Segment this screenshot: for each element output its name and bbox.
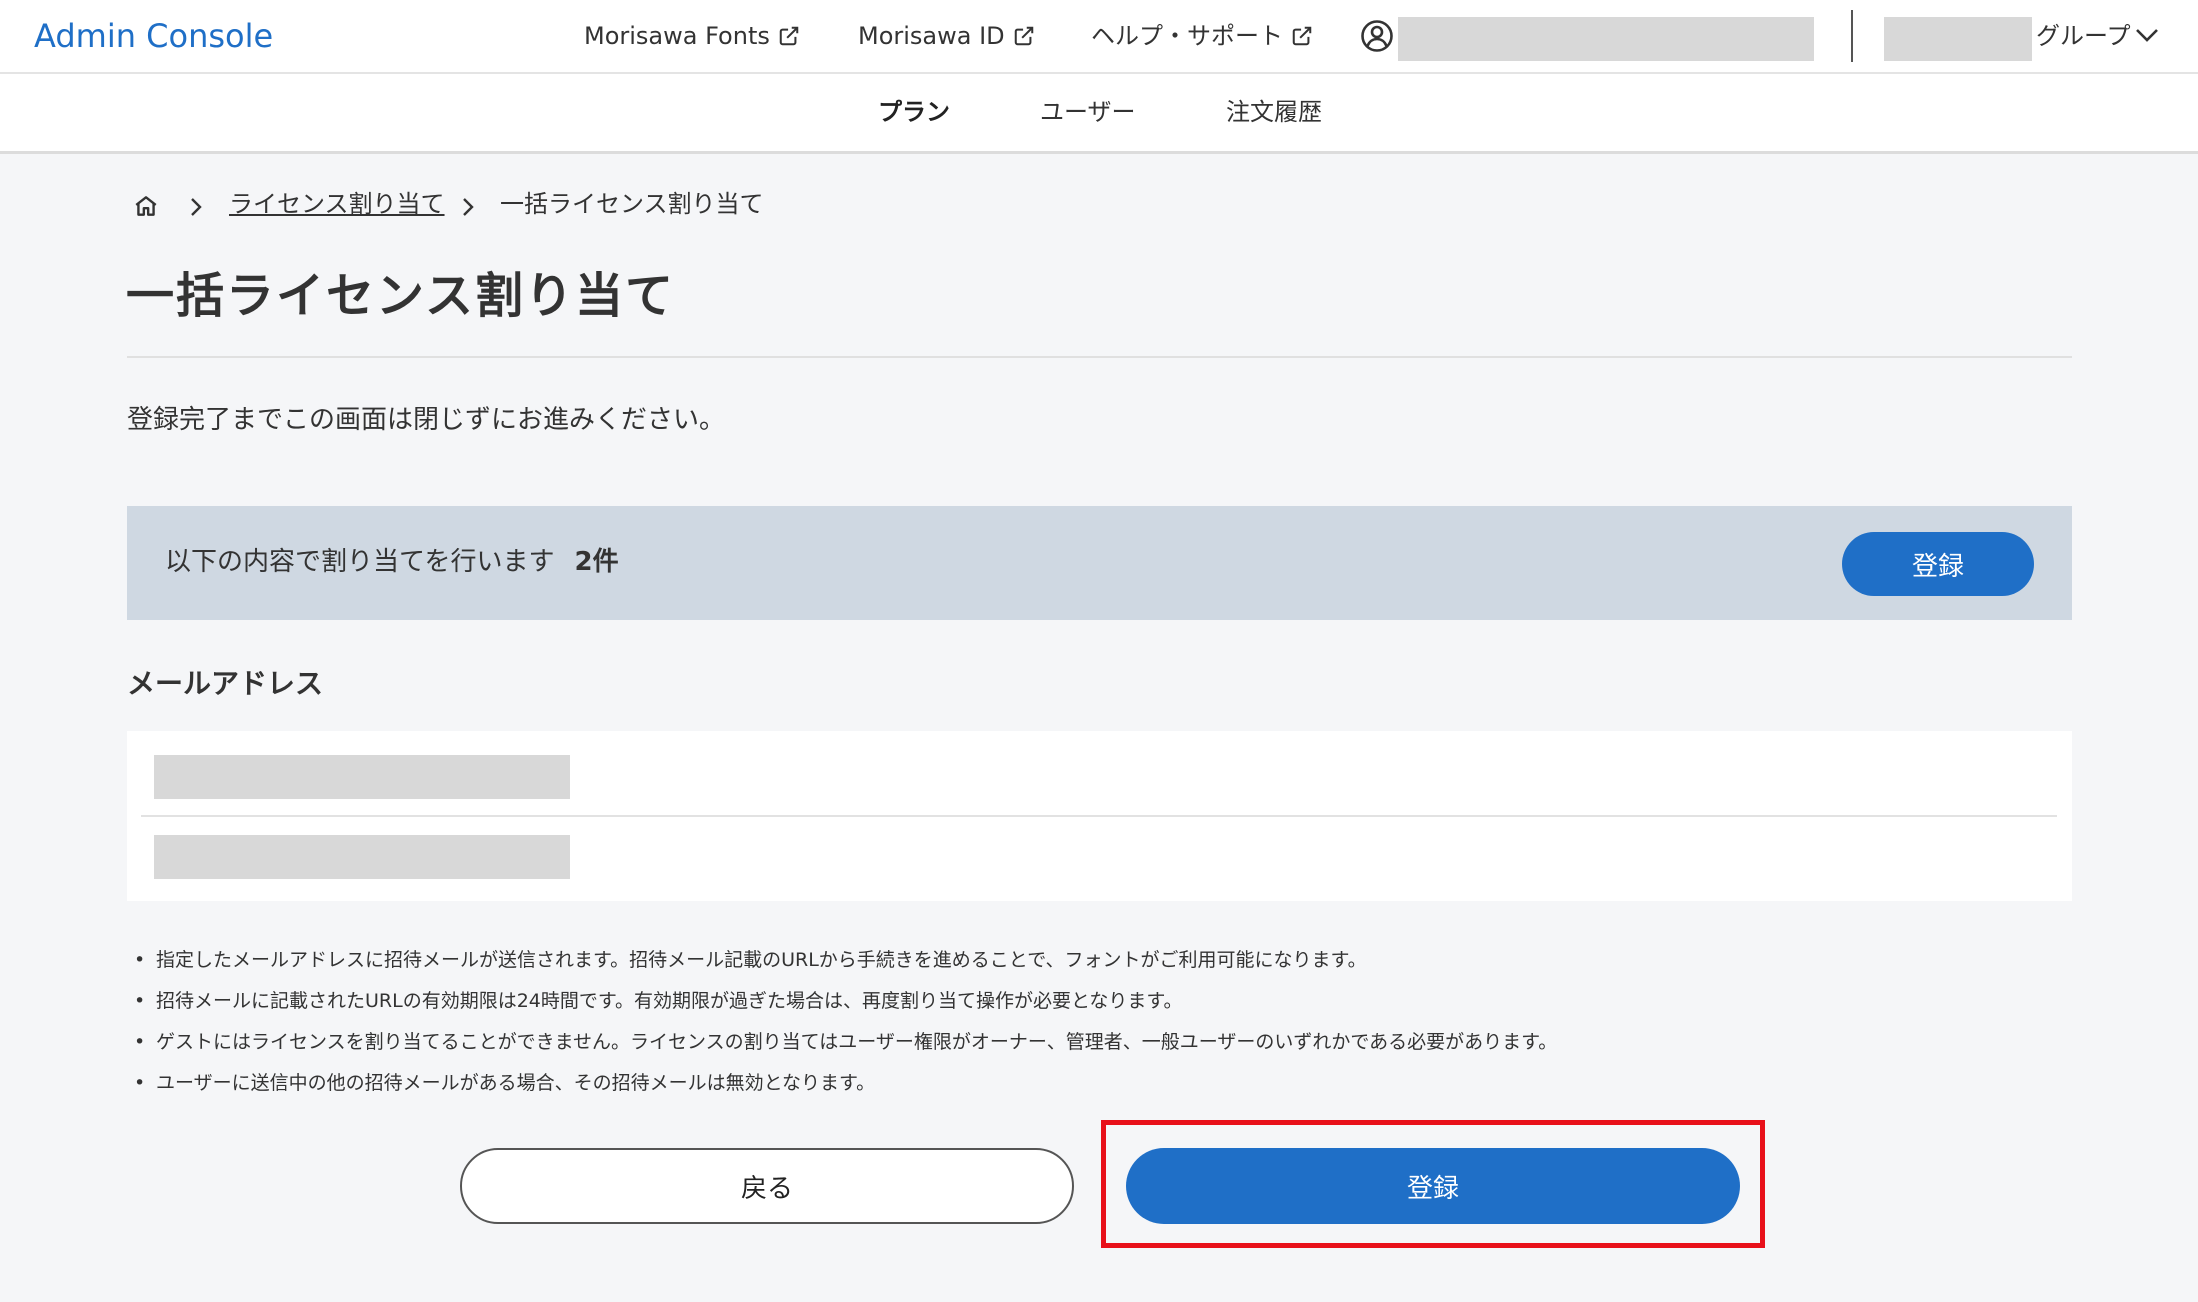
user-account-icon[interactable] <box>1360 19 1394 53</box>
page-title: 一括ライセンス割り当て <box>126 268 676 324</box>
external-link-icon <box>1292 26 1312 46</box>
group-selector-label[interactable]: グループ <box>2036 18 2131 54</box>
help-support-link-label: ヘルプ・サポート <box>1091 22 1283 50</box>
breadcrumb-link-license-assignment[interactable]: ライセンス割り当て <box>229 186 445 222</box>
notes-list: 指定したメールアドレスに招待メールが送信されます。招待メール記載のURLから手続… <box>134 940 1557 1104</box>
highlight-annotation <box>1101 1120 1765 1248</box>
list-item <box>127 817 2072 901</box>
morisawa-fonts-link[interactable]: Morisawa Fonts <box>584 18 800 54</box>
note-item: 招待メールに記載されたURLの有効期限は24時間です。有効期限が過ぎた場合は、再… <box>134 981 1557 1022</box>
tab-users[interactable]: ユーザー <box>1040 94 1136 130</box>
chevron-right-icon <box>191 198 202 216</box>
morisawa-id-link-label: Morisawa ID <box>858 22 1005 50</box>
help-support-link[interactable]: ヘルプ・サポート <box>1091 18 1313 54</box>
external-link-icon <box>1014 26 1033 46</box>
summary-text-wrapper: 以下の内容で割り当てを行います 2件 <box>165 542 619 582</box>
summary-count: 2件 <box>574 547 619 577</box>
email-section-label: メールアドレス <box>127 667 324 700</box>
list-item <box>127 731 2072 815</box>
breadcrumb-current: 一括ライセンス割り当て <box>500 190 764 218</box>
chevron-down-icon[interactable] <box>2134 26 2160 44</box>
note-item: 指定したメールアドレスに招待メールが送信されます。招待メール記載のURLから手続… <box>134 940 1557 981</box>
morisawa-fonts-link-label: Morisawa Fonts <box>584 22 770 50</box>
summary-text: 以下の内容で割り当てを行います <box>165 547 555 577</box>
assignment-summary-bar: 以下の内容で割り当てを行います 2件 登録 <box>127 506 2072 620</box>
notice-text: 登録完了までこの画面は閉じずにお進みください。 <box>127 405 726 435</box>
external-link-icon <box>779 26 799 46</box>
group-name-redacted <box>1884 17 2032 61</box>
user-name-redacted <box>1398 17 1814 61</box>
email-redacted <box>154 835 570 879</box>
top-header: Admin Console Morisawa Fonts Morisawa ID… <box>0 0 2198 74</box>
tab-plan[interactable]: プラン <box>878 94 950 130</box>
title-divider <box>127 356 2072 358</box>
register-button-top[interactable]: 登録 <box>1842 532 2034 596</box>
morisawa-id-link[interactable]: Morisawa ID <box>858 18 1035 54</box>
back-button[interactable]: 戻る <box>460 1148 1074 1224</box>
note-item: ゲストにはライセンスを割り当てることができません。ライセンスの割り当てはユーザー… <box>134 1022 1557 1063</box>
note-item: ユーザーに送信中の他の招待メールがある場合、その招待メールは無効となります。 <box>134 1063 1557 1104</box>
header-divider <box>1851 10 1853 62</box>
email-list <box>127 731 2072 901</box>
brand-title[interactable]: Admin Console <box>34 14 273 58</box>
chevron-right-icon <box>463 198 474 216</box>
home-icon[interactable] <box>133 193 159 219</box>
email-redacted <box>154 755 570 799</box>
tab-order-history[interactable]: 注文履歴 <box>1226 94 1322 130</box>
main-nav: プラン ユーザー 注文履歴 <box>0 74 2198 154</box>
